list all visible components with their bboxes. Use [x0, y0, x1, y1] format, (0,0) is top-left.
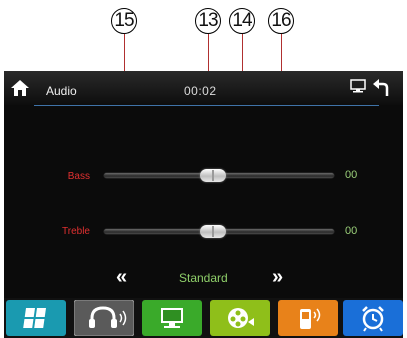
page-title: Audio — [46, 84, 77, 98]
callout-13: 13 — [195, 8, 221, 34]
preset-prev-button[interactable]: « — [116, 266, 127, 289]
callout-14: 14 — [229, 8, 255, 34]
bottom-navigation — [4, 298, 403, 338]
home-icon[interactable] — [10, 79, 30, 97]
back-arrow-icon[interactable] — [372, 79, 390, 97]
callout-16: 16 — [268, 8, 294, 34]
bass-slider-thumb[interactable] — [200, 169, 226, 182]
tab-windows[interactable] — [6, 300, 66, 336]
callout-15: 15 — [111, 8, 137, 34]
tab-audio[interactable] — [74, 300, 134, 336]
preset-next-button[interactable]: » — [272, 266, 283, 289]
tab-video[interactable] — [210, 300, 270, 336]
bass-value: 00 — [345, 169, 358, 181]
display-icon[interactable] — [350, 79, 366, 93]
treble-value: 00 — [345, 225, 358, 237]
treble-label: Treble — [62, 226, 90, 237]
eq-preset-name: Standard — [179, 271, 228, 285]
bass-label: Bass — [67, 171, 90, 182]
audio-screen: Audio 00:02 Bass 00 Treble 00 « Standard… — [4, 71, 403, 338]
tab-alarm[interactable] — [343, 300, 403, 336]
tab-display[interactable] — [142, 300, 202, 336]
header-bar: Audio 00:02 — [4, 71, 403, 105]
tab-bluetooth-phone[interactable] — [278, 300, 338, 336]
playback-time: 00:02 — [184, 84, 217, 98]
treble-slider-thumb[interactable] — [200, 225, 226, 238]
header-divider — [34, 105, 379, 106]
